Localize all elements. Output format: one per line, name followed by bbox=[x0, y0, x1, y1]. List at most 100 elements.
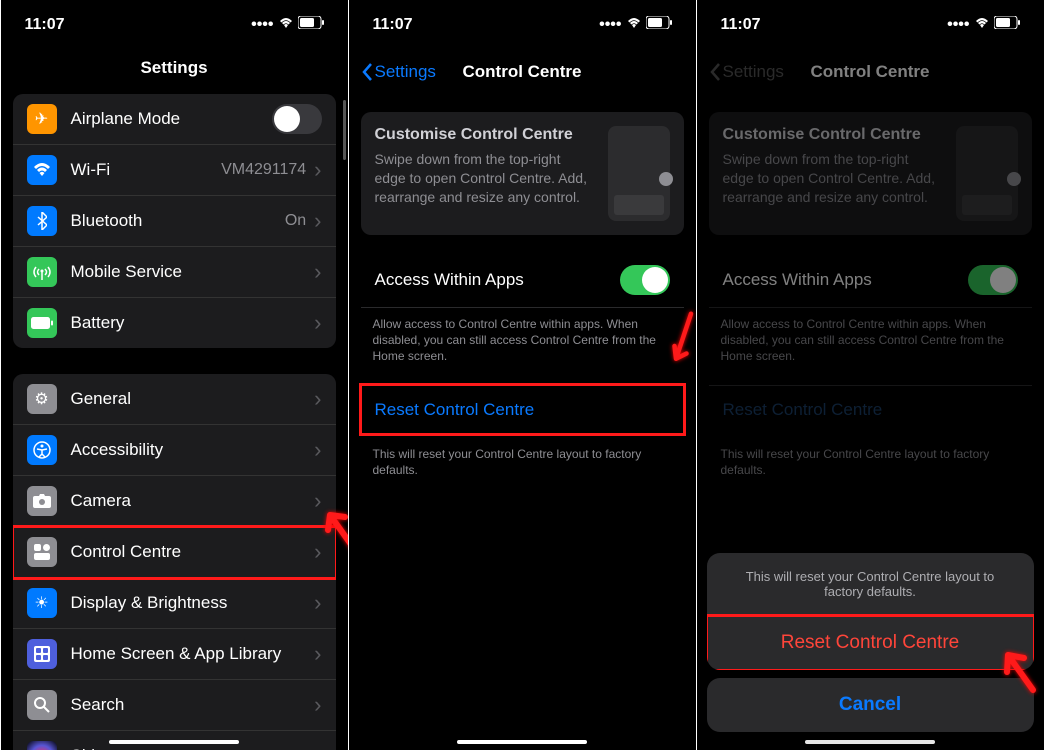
nav-bar: Settings Control Centre bbox=[349, 50, 696, 94]
chevron-right-icon: › bbox=[314, 743, 321, 750]
row-value: On bbox=[285, 212, 306, 230]
chevron-right-icon: › bbox=[314, 641, 321, 667]
access-section: Access Within Apps bbox=[709, 253, 1032, 308]
row-label: Display & Brightness bbox=[71, 593, 307, 613]
row-mobile-service[interactable]: Mobile Service › bbox=[13, 247, 336, 298]
phone-screen-3: 11:07 •••• Settings Control Centre Custo… bbox=[697, 0, 1044, 750]
card-preview-icon bbox=[608, 126, 670, 221]
settings-section-2: ⚙ General › Accessibility › Camera › bbox=[13, 374, 336, 750]
sheet-reset-button[interactable]: Reset Control Centre bbox=[707, 616, 1034, 670]
sheet-cancel-button[interactable]: Cancel bbox=[707, 678, 1034, 732]
row-label: Accessibility bbox=[71, 440, 307, 460]
chevron-right-icon: › bbox=[314, 590, 321, 616]
row-label: Siri bbox=[71, 746, 307, 750]
gear-icon: ⚙ bbox=[27, 384, 57, 414]
home-indicator[interactable] bbox=[805, 740, 935, 744]
battery-icon bbox=[298, 16, 324, 34]
card-preview-icon bbox=[956, 126, 1018, 221]
row-wifi[interactable]: Wi-Fi VM4291174 › bbox=[13, 145, 336, 196]
back-button: Settings bbox=[709, 62, 784, 82]
nav-title: Control Centre bbox=[811, 62, 930, 82]
home-indicator[interactable] bbox=[457, 740, 587, 744]
control-centre-icon bbox=[27, 537, 57, 567]
brightness-icon: ☀ bbox=[27, 588, 57, 618]
row-label: General bbox=[71, 389, 307, 409]
airplane-toggle[interactable] bbox=[272, 104, 322, 134]
status-icons: •••• bbox=[251, 16, 323, 34]
row-label: Search bbox=[71, 695, 307, 715]
reset-section: Reset Control Centre bbox=[361, 385, 684, 434]
battery-icon bbox=[994, 16, 1020, 34]
row-label: Control Centre bbox=[71, 542, 307, 562]
scroll-indicator bbox=[343, 100, 346, 160]
bluetooth-icon bbox=[27, 206, 57, 236]
chevron-right-icon: › bbox=[314, 437, 321, 463]
status-icons: •••• bbox=[599, 16, 671, 34]
row-airplane-mode[interactable]: ✈ Airplane Mode bbox=[13, 94, 336, 145]
access-footer: Allow access to Control Centre within ap… bbox=[697, 308, 1044, 373]
chevron-right-icon: › bbox=[314, 539, 321, 565]
status-bar: 11:07 •••• bbox=[697, 0, 1044, 50]
status-bar: 11:07 •••• bbox=[1, 0, 348, 50]
row-battery[interactable]: Battery › bbox=[13, 298, 336, 348]
access-label: Access Within Apps bbox=[723, 270, 872, 290]
row-camera[interactable]: Camera › bbox=[13, 476, 336, 527]
cellular-icon: •••• bbox=[599, 16, 621, 34]
wifi-icon bbox=[278, 16, 294, 34]
back-label: Settings bbox=[375, 62, 436, 82]
status-time: 11:07 bbox=[373, 16, 413, 34]
chevron-right-icon: › bbox=[314, 259, 321, 285]
cellular-icon: •••• bbox=[251, 16, 273, 34]
cellular-icon: •••• bbox=[947, 16, 969, 34]
reset-label: Reset Control Centre bbox=[723, 400, 883, 419]
reset-control-centre-row: Reset Control Centre bbox=[709, 385, 1032, 434]
nav-bar: Settings Control Centre bbox=[697, 50, 1044, 94]
siri-icon bbox=[27, 741, 57, 750]
access-footer: Allow access to Control Centre within ap… bbox=[349, 308, 696, 373]
customise-card[interactable]: Customise Control Centre Swipe down from… bbox=[361, 112, 684, 235]
sheet-group: This will reset your Control Centre layo… bbox=[707, 553, 1034, 670]
battery-icon bbox=[27, 308, 57, 338]
row-accessibility[interactable]: Accessibility › bbox=[13, 425, 336, 476]
chevron-right-icon: › bbox=[314, 386, 321, 412]
sheet-message: This will reset your Control Centre layo… bbox=[707, 553, 1034, 616]
row-control-centre[interactable]: Control Centre › bbox=[13, 527, 336, 578]
status-bar: 11:07 •••• bbox=[349, 0, 696, 50]
status-time: 11:07 bbox=[721, 16, 761, 34]
row-search[interactable]: Search › bbox=[13, 680, 336, 731]
wifi-icon bbox=[27, 155, 57, 185]
reset-control-centre-row[interactable]: Reset Control Centre bbox=[361, 385, 684, 434]
sheet-reset-label: Reset Control Centre bbox=[781, 632, 959, 653]
row-bluetooth[interactable]: Bluetooth On › bbox=[13, 196, 336, 247]
home-indicator[interactable] bbox=[109, 740, 239, 744]
customise-card: Customise Control Centre Swipe down from… bbox=[709, 112, 1032, 235]
search-icon bbox=[27, 690, 57, 720]
phone-screen-1: 11:07 •••• Settings ✈ Airplane Mode Wi-F… bbox=[1, 0, 348, 750]
card-title: Customise Control Centre bbox=[723, 126, 942, 144]
row-display-brightness[interactable]: ☀ Display & Brightness › bbox=[13, 578, 336, 629]
chevron-right-icon: › bbox=[314, 488, 321, 514]
phone-screen-2: 11:07 •••• Settings Control Centre Custo… bbox=[349, 0, 696, 750]
antenna-icon bbox=[27, 257, 57, 287]
settings-section-1: ✈ Airplane Mode Wi-Fi VM4291174 › Blueto… bbox=[13, 94, 336, 348]
sheet-cancel-label: Cancel bbox=[839, 694, 901, 715]
row-label: Battery bbox=[71, 313, 307, 333]
reset-label: Reset Control Centre bbox=[375, 400, 535, 419]
access-toggle[interactable] bbox=[620, 265, 670, 295]
card-title: Customise Control Centre bbox=[375, 126, 594, 144]
row-access-within-apps: Access Within Apps bbox=[709, 253, 1032, 308]
row-home-screen[interactable]: Home Screen & App Library › bbox=[13, 629, 336, 680]
row-label: Camera bbox=[71, 491, 307, 511]
home-screen-icon bbox=[27, 639, 57, 669]
chevron-right-icon: › bbox=[314, 208, 321, 234]
reset-footer: This will reset your Control Centre layo… bbox=[349, 434, 696, 486]
chevron-right-icon: › bbox=[314, 692, 321, 718]
chevron-right-icon: › bbox=[314, 310, 321, 336]
row-general[interactable]: ⚙ General › bbox=[13, 374, 336, 425]
row-label: Wi-Fi bbox=[71, 160, 222, 180]
back-button[interactable]: Settings bbox=[361, 62, 436, 82]
wifi-icon bbox=[626, 16, 642, 34]
access-toggle bbox=[968, 265, 1018, 295]
chevron-left-icon bbox=[709, 62, 721, 82]
status-icons: •••• bbox=[947, 16, 1019, 34]
